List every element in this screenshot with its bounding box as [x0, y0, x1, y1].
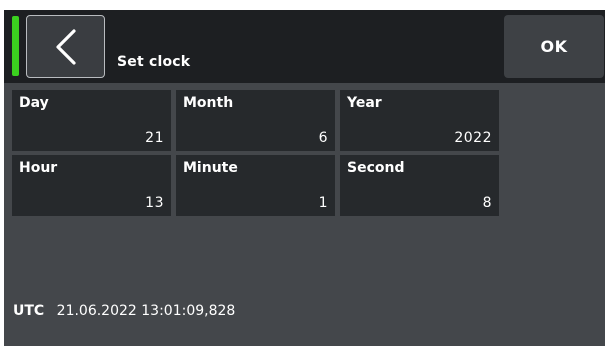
month-value: 6 — [318, 130, 328, 146]
back-button[interactable] — [26, 15, 105, 78]
top-bar: Set clock OK — [4, 10, 605, 83]
set-clock-screen: Set clock OK Day 21 Month 6 Year 2022 Ho… — [4, 10, 605, 346]
minute-label: Minute — [183, 160, 238, 176]
day-field[interactable]: Day 21 — [12, 90, 171, 151]
hour-field[interactable]: Hour 13 — [12, 155, 171, 216]
day-label: Day — [19, 95, 49, 111]
minute-value: 1 — [318, 195, 328, 211]
page-title: Set clock — [117, 54, 191, 70]
utc-label: UTC — [13, 303, 45, 319]
second-label: Second — [347, 160, 405, 176]
utc-value: 21.06.2022 13:01:09,828 — [56, 303, 236, 319]
minute-field[interactable]: Minute 1 — [176, 155, 335, 216]
month-field[interactable]: Month 6 — [176, 90, 335, 151]
ok-button[interactable]: OK — [504, 15, 604, 78]
day-value: 21 — [145, 130, 164, 146]
status-indicator — [12, 16, 19, 76]
year-field[interactable]: Year 2022 — [340, 90, 499, 151]
year-label: Year — [347, 95, 382, 111]
hour-label: Hour — [19, 160, 58, 176]
chevron-left-icon — [54, 28, 78, 66]
second-field[interactable]: Second 8 — [340, 155, 499, 216]
year-value: 2022 — [454, 130, 492, 146]
hour-value: 13 — [145, 195, 164, 211]
month-label: Month — [183, 95, 234, 111]
utc-readout: UTC 21.06.2022 13:01:09,828 — [13, 303, 235, 319]
second-value: 8 — [482, 195, 492, 211]
